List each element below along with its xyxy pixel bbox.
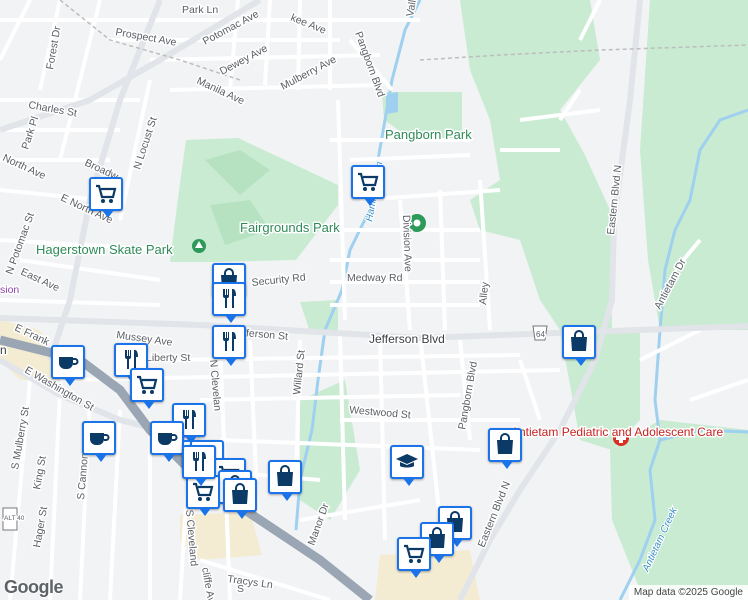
creek-south-area [610, 420, 748, 590]
pangborn-park-dot-inner [413, 219, 421, 227]
label-pangborn-park: Pangborn Park [385, 127, 472, 142]
label-left-n: n [0, 343, 7, 357]
shopping-bag-icon [497, 433, 513, 454]
map-marker-grocery[interactable] [89, 177, 123, 218]
shopping-cart-icon [358, 172, 379, 191]
map-marker-shopping[interactable] [488, 428, 522, 469]
map-marker-grocery[interactable] [351, 165, 385, 206]
pond [386, 92, 398, 114]
map-marker-cafe[interactable] [150, 421, 184, 462]
graduation-cap-icon [396, 454, 418, 468]
fork-knife-icon [223, 289, 236, 308]
label-sion: sion [0, 284, 19, 296]
label-route-64: 64 [536, 330, 545, 339]
shopping-bag-icon [277, 465, 293, 486]
map-marker-restaurant[interactable] [212, 325, 246, 366]
shopping-bag-icon [571, 330, 587, 351]
map-canvas[interactable]: Park Ln Potomac Ave kee Ave Vall Forest … [0, 0, 748, 600]
label-fairgrounds-park-line1: Fairgrounds Park [240, 220, 340, 235]
label-alley: Alley [477, 281, 491, 306]
label-hagerstown-skate-park: Hagerstown Skate Park [36, 242, 173, 257]
label-antietam-pediatric[interactable]: Antietam Pediatric and Adolescent Care [510, 424, 725, 441]
fork-knife-icon [223, 332, 236, 351]
map-marker-cafe[interactable] [51, 345, 85, 386]
map-marker-restaurant[interactable] [212, 282, 246, 323]
shopping-bag-icon [232, 483, 248, 504]
shopping-cart-icon [404, 544, 425, 563]
google-logo: Google [4, 577, 64, 597]
map-marker-shopping[interactable] [223, 478, 257, 519]
coffee-cup-icon [158, 433, 178, 445]
shopping-cart-icon [96, 184, 117, 203]
map-marker-school[interactable] [390, 445, 424, 486]
label-medway-rd: Medway Rd [347, 272, 403, 284]
map-marker-restaurant[interactable] [182, 445, 216, 486]
label-division-ave: Division Ave [400, 215, 414, 273]
shopping-cart-icon [137, 375, 158, 394]
map-marker-shopping[interactable] [562, 325, 596, 366]
map-marker-grocery[interactable] [397, 537, 431, 578]
fork-knife-icon [193, 452, 206, 471]
label-route-alt40: ALT 40 [4, 515, 25, 522]
label-jefferson-blvd: Jefferson Blvd [369, 332, 445, 346]
antietam-creek-area [640, 0, 748, 330]
map-attribution[interactable]: Map data ©2025 Google [628, 585, 748, 600]
map-marker-cafe[interactable] [82, 421, 116, 462]
label-park-ln: Park Ln [182, 4, 218, 16]
map-marker-shopping[interactable] [268, 460, 302, 501]
label-s-ave: S [237, 583, 244, 595]
coffee-cup-icon [90, 433, 110, 445]
coffee-cup-icon [59, 357, 79, 369]
map-marker-grocery[interactable] [130, 368, 164, 409]
label-liberty-st: Liberty St [146, 352, 190, 364]
